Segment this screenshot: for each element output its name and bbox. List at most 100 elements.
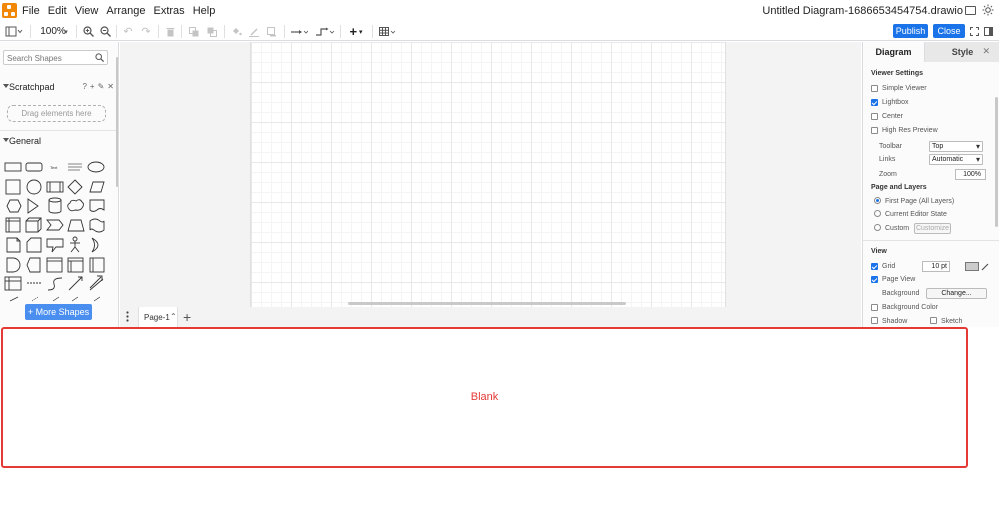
more-shapes-button[interactable]: + More Shapes	[25, 304, 92, 320]
shape-square[interactable]	[5, 179, 21, 195]
zoom-out-icon[interactable]	[98, 24, 112, 39]
shape-callout[interactable]	[46, 238, 64, 253]
to-front-icon[interactable]	[187, 24, 201, 39]
theme-sun-icon[interactable]	[982, 4, 994, 16]
shape-arrow-diagonal[interactable]	[68, 276, 83, 291]
page-tab[interactable]: Page-1 ⌃	[138, 307, 178, 327]
zoom-input[interactable]: 100%	[955, 169, 986, 180]
general-header[interactable]: General	[0, 134, 118, 148]
custom-radio[interactable]	[874, 224, 881, 231]
diagram-page-grid[interactable]	[250, 42, 726, 307]
shape-circle[interactable]	[26, 179, 42, 195]
menu-arrange[interactable]: Arrange	[102, 0, 149, 22]
lightbox-checkbox[interactable]	[871, 99, 878, 106]
shape-process[interactable]	[46, 181, 64, 193]
help-icon[interactable]: ?	[82, 81, 86, 93]
shape-textbox[interactable]	[68, 163, 82, 171]
undo-icon[interactable]: ↶	[121, 24, 135, 39]
shape-trapezoid[interactable]	[67, 219, 85, 232]
shape-diamond[interactable]	[67, 179, 83, 195]
document-title[interactable]: Untitled Diagram-1686653454754.drawio	[762, 0, 963, 22]
shape-cloud[interactable]	[67, 199, 84, 212]
publish-button[interactable]: Publish	[893, 24, 928, 38]
shadow-icon[interactable]	[265, 24, 279, 39]
shadow-checkbox[interactable]	[871, 317, 878, 324]
shape-double-arrow[interactable]	[89, 275, 104, 291]
connection-style-icon[interactable]	[289, 24, 309, 39]
toolbar-position-select[interactable]: Top	[929, 141, 983, 152]
shape-rectangle[interactable]	[4, 162, 22, 172]
shape-table[interactable]	[4, 276, 22, 291]
background-color-checkbox[interactable]	[871, 304, 878, 311]
menu-extras[interactable]: Extras	[150, 0, 189, 22]
zoom-chevron-down-icon[interactable]: ▾	[62, 24, 70, 39]
shape-cylinder[interactable]	[48, 197, 62, 214]
customize-button[interactable]: Customize	[914, 223, 951, 234]
insert-plus-icon[interactable]: + ▾	[345, 24, 367, 39]
menu-view[interactable]: View	[71, 0, 103, 22]
scratchpad-drop-zone[interactable]: Drag elements here	[7, 105, 106, 122]
shape-display[interactable]	[26, 257, 41, 273]
shape-ellipse[interactable]	[87, 161, 105, 173]
menu-file[interactable]: File	[18, 0, 44, 22]
shape-tape[interactable]	[89, 218, 105, 233]
fullscreen-icon[interactable]	[969, 24, 980, 39]
edit-icon[interactable]: ✎	[98, 81, 105, 93]
canvas-scrollbar[interactable]	[348, 302, 626, 305]
waypoints-icon[interactable]	[314, 24, 336, 39]
close-icon[interactable]: ✕	[982, 46, 990, 57]
scratchpad-header[interactable]: Scratchpad ? + ✎ ✕	[0, 80, 118, 94]
shape-swimlane[interactable]	[67, 257, 84, 273]
links-select[interactable]: Automatic	[929, 154, 983, 165]
close-button[interactable]: Close	[933, 24, 965, 38]
shape-delay[interactable]	[6, 257, 21, 273]
shape-step[interactable]	[46, 219, 64, 231]
shape-hexagon[interactable]	[6, 199, 22, 213]
add-icon[interactable]: +	[90, 81, 95, 93]
shape-internal-storage[interactable]	[5, 217, 21, 233]
chevron-up-icon[interactable]: ⌃	[170, 312, 177, 321]
shape-list[interactable]	[89, 257, 105, 273]
change-background-button[interactable]: Change...	[926, 288, 987, 299]
tab-diagram[interactable]: Diagram	[863, 42, 924, 62]
shape-text[interactable]: Text	[50, 165, 58, 170]
comments-icon[interactable]	[965, 6, 976, 15]
search-shapes-input[interactable]	[7, 52, 93, 64]
line-color-icon[interactable]	[247, 24, 261, 39]
close-icon[interactable]: ✕	[107, 81, 114, 93]
shape-document[interactable]	[89, 199, 105, 212]
sketch-checkbox[interactable]	[930, 317, 937, 324]
table-insert-icon[interactable]	[377, 24, 399, 39]
shape-curve[interactable]	[47, 277, 63, 291]
shape-triangle[interactable]	[27, 198, 39, 214]
delete-icon[interactable]	[163, 24, 177, 39]
edit-grid-color-icon[interactable]	[981, 262, 989, 271]
format-panel-toggle-icon[interactable]	[3, 24, 25, 39]
shape-actor[interactable]	[70, 236, 80, 253]
add-page-icon[interactable]: +	[183, 309, 191, 325]
menu-help[interactable]: Help	[189, 0, 220, 22]
shape-rounded-rectangle[interactable]	[25, 162, 43, 172]
current-editor-state-radio[interactable]	[874, 210, 881, 217]
pages-menu-icon[interactable]	[126, 311, 129, 322]
shape-card[interactable]	[26, 237, 42, 253]
to-back-icon[interactable]	[205, 24, 219, 39]
search-icon[interactable]	[95, 53, 104, 62]
redo-icon[interactable]: ↷	[139, 24, 153, 39]
menu-edit[interactable]: Edit	[44, 0, 71, 22]
sidebar-scrollbar[interactable]	[116, 57, 118, 187]
fill-color-icon[interactable]	[229, 24, 243, 39]
toggle-panel-icon[interactable]	[983, 24, 994, 39]
shape-note[interactable]	[6, 237, 21, 253]
shape-or[interactable]	[91, 237, 99, 253]
grid-checkbox[interactable]	[871, 263, 878, 270]
center-checkbox[interactable]	[871, 113, 878, 120]
shape-container[interactable]	[46, 257, 63, 273]
format-panel-scrollbar[interactable]	[995, 97, 998, 227]
simple-viewer-checkbox[interactable]	[871, 85, 878, 92]
high-res-preview-checkbox[interactable]	[871, 127, 878, 134]
page-view-checkbox[interactable]	[871, 276, 878, 283]
zoom-in-icon[interactable]	[81, 24, 95, 39]
grid-color-swatch[interactable]	[965, 262, 979, 271]
shape-parallelogram[interactable]	[89, 181, 105, 193]
